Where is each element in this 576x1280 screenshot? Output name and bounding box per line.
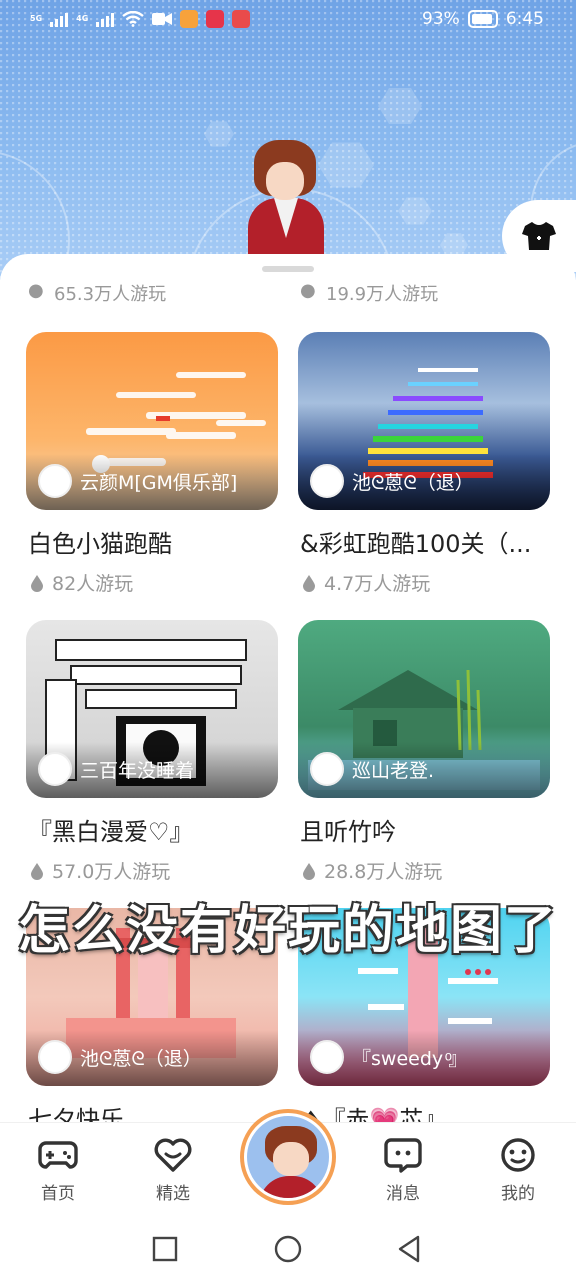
nav-messages-label: 消息 xyxy=(386,1184,420,1204)
author-avatar xyxy=(310,464,344,498)
plays-count: 28.8万人游玩 xyxy=(324,861,443,883)
network-label-2: 4G xyxy=(76,14,89,23)
system-navigation-bar xyxy=(0,1218,576,1280)
nav-mine-label: 我的 xyxy=(501,1184,535,1204)
nav-home[interactable]: 首页 xyxy=(18,1137,98,1204)
wifi-icon xyxy=(122,11,145,27)
app-notification-icon-3 xyxy=(232,10,251,28)
author-name: 三百年没睡着 xyxy=(80,759,195,782)
map-thumbnail[interactable]: 池ᘓ蒽ᘓ（退） xyxy=(298,332,550,510)
profile-hero-banner xyxy=(0,0,576,280)
drop-icon xyxy=(303,862,315,880)
plays-row: 4.7万人游玩 xyxy=(298,569,550,596)
nav-featured[interactable]: 精选 xyxy=(133,1137,213,1204)
map-list-sheet[interactable]: ● 65.3万人游玩 ● 19.9万人游玩 云颜M[GM俱乐部] 白色小猫跑酷 … xyxy=(0,254,576,1126)
chat-icon xyxy=(384,1138,422,1173)
app-notification-icon-2 xyxy=(206,10,225,28)
nav-avatar-center[interactable] xyxy=(240,1109,336,1205)
gamepad-icon xyxy=(38,1141,78,1169)
back-triangle-icon[interactable] xyxy=(396,1235,422,1263)
smiley-icon xyxy=(501,1138,535,1172)
map-title: 白色小猫跑酷 xyxy=(28,530,172,558)
drop-icon: ● xyxy=(28,280,44,301)
author-avatar xyxy=(310,752,344,786)
app-notification-icon-1 xyxy=(180,10,199,28)
map-card[interactable]: 巡山老登. 且听竹吟 28.8万人游玩 xyxy=(298,620,550,884)
map-thumbnail[interactable]: 巡山老登. xyxy=(298,620,550,798)
plays-count: 19.9万人游玩 xyxy=(326,284,439,305)
author-name: 池ᘓ蒽ᘓ（退） xyxy=(80,1047,202,1070)
author-avatar xyxy=(38,752,72,786)
recent-apps-icon[interactable] xyxy=(152,1236,178,1262)
author-avatar xyxy=(38,464,72,498)
video-caption: 怎么没有好玩的地图了 xyxy=(17,901,558,961)
plays-count: 82人游玩 xyxy=(52,573,134,595)
nav-mine[interactable]: 我的 xyxy=(478,1137,558,1204)
nav-featured-label: 精选 xyxy=(156,1184,190,1204)
battery-percent: 93% xyxy=(422,9,460,29)
video-call-icon xyxy=(152,13,173,25)
author-name: 云颜M[GM俱乐部] xyxy=(80,471,238,494)
drop-icon: ● xyxy=(300,280,316,301)
author-avatar xyxy=(310,1040,344,1074)
status-bar: 5G 4G 93% 6:45 xyxy=(0,0,576,40)
plays-row: 82人游玩 xyxy=(26,569,278,596)
plays-row: 57.0万人游玩 xyxy=(26,857,278,884)
bottom-nav: 首页 精选 消息 我的 xyxy=(0,1109,576,1218)
map-card[interactable]: 云颜M[GM俱乐部] 白色小猫跑酷 82人游玩 xyxy=(26,332,278,596)
nav-messages[interactable]: 消息 xyxy=(363,1137,443,1204)
author-name: 池ᘓ蒽ᘓ（退） xyxy=(352,471,474,494)
network-label-1: 5G xyxy=(30,14,43,23)
author-name: 『sweedy ͦ』 xyxy=(352,1047,468,1070)
map-card[interactable]: 池ᘓ蒽ᘓ（退） &彩虹跑酷100关（... 4.7万人游玩 xyxy=(298,332,550,596)
plays-count: 4.7万人游玩 xyxy=(324,573,431,595)
map-thumbnail[interactable]: 三百年没睡着 xyxy=(26,620,278,798)
drop-icon xyxy=(303,574,315,592)
battery-icon xyxy=(467,10,498,28)
map-title: 且听竹吟 xyxy=(300,818,396,846)
drag-handle[interactable] xyxy=(262,266,314,272)
drop-icon xyxy=(31,574,43,592)
map-title: 『黑白漫爱♡』 xyxy=(28,818,194,846)
drop-icon xyxy=(31,862,43,880)
clock: 6:45 xyxy=(505,9,544,29)
avatar xyxy=(244,1113,332,1201)
nav-home-label: 首页 xyxy=(41,1184,75,1204)
plays-row: 28.8万人游玩 xyxy=(298,857,550,884)
author-name: 巡山老登. xyxy=(352,759,435,782)
signal-icon-2 xyxy=(96,11,115,27)
map-title: &彩虹跑酷100关（... xyxy=(300,530,532,558)
author-avatar xyxy=(38,1040,72,1074)
tshirt-icon xyxy=(522,222,556,250)
heart-icon xyxy=(154,1138,192,1172)
plays-count: 57.0万人游玩 xyxy=(52,861,171,883)
plays-count: 65.3万人游玩 xyxy=(54,284,167,305)
map-card[interactable]: 三百年没睡着 『黑白漫爱♡』 57.0万人游玩 xyxy=(26,620,278,884)
home-circle-icon[interactable] xyxy=(274,1235,302,1263)
partial-row: ● 65.3万人游玩 ● 19.9万人游玩 xyxy=(0,280,576,305)
signal-icon xyxy=(50,11,69,27)
map-thumbnail[interactable]: 云颜M[GM俱乐部] xyxy=(26,332,278,510)
player-avatar-figure[interactable] xyxy=(244,140,328,260)
